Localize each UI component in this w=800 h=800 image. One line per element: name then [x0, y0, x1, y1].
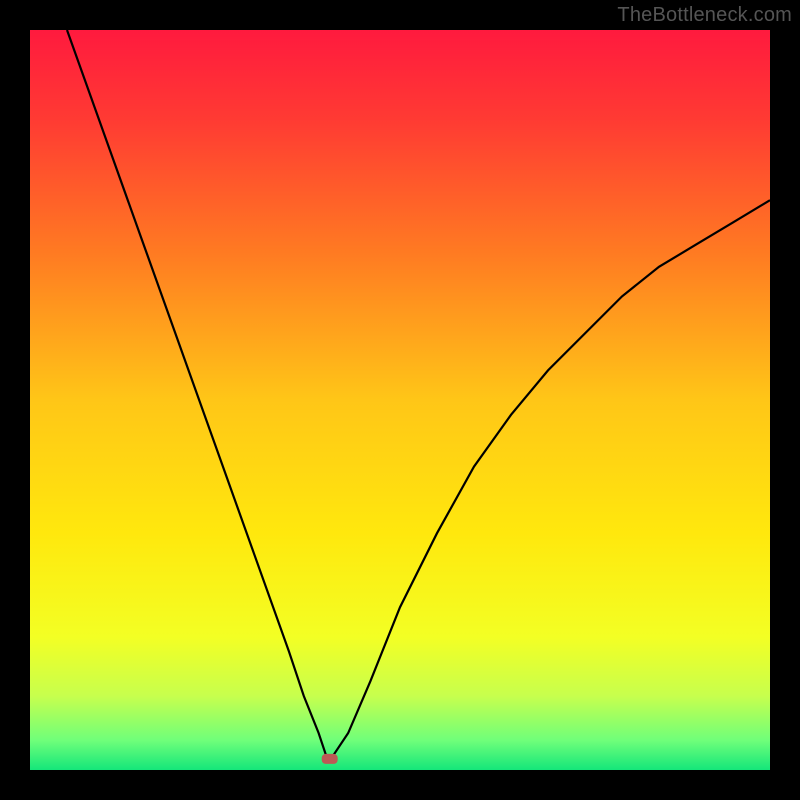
chart-frame: TheBottleneck.com	[0, 0, 800, 800]
optimal-marker	[322, 754, 338, 764]
plot-background	[30, 30, 770, 770]
watermark-text: TheBottleneck.com	[617, 4, 792, 27]
bottleneck-chart	[0, 0, 800, 800]
